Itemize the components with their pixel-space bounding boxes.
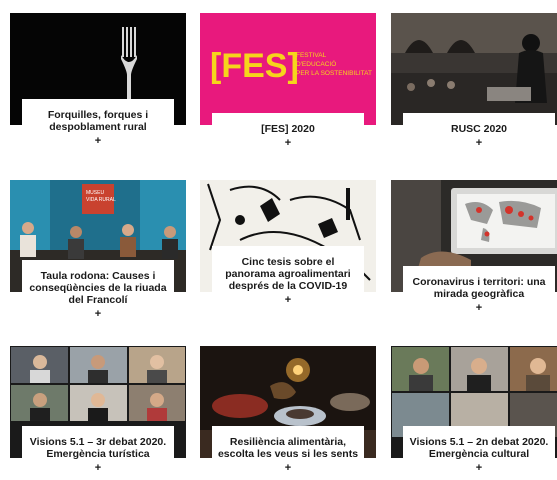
fes-logo-line1: FESTIVAL: [296, 52, 327, 59]
card-title[interactable]: Forquilles, forques i despoblament rural: [26, 109, 170, 133]
card-title[interactable]: Coronavirus i territori: una mirada geog…: [407, 276, 551, 300]
card-caption: Visions 5.1 – 2n debat 2020. Emergència …: [403, 426, 555, 480]
card-caption: RUSC 2020 +: [403, 113, 555, 155]
expand-plus-button[interactable]: +: [407, 137, 551, 149]
card-caption: Taula rodona: Causes i conseqüències de …: [22, 260, 174, 326]
card-title[interactable]: Cinc tesis sobre el panorama agroaliment…: [216, 256, 360, 292]
fes-logo-line2: D'EDUCACIÓ: [296, 59, 336, 68]
expand-plus-button[interactable]: +: [407, 462, 551, 474]
card-caption: Resiliència alimentària, escolta les veu…: [212, 426, 364, 480]
card-title[interactable]: Visions 5.1 – 3r debat 2020. Emergència …: [26, 436, 170, 460]
expand-plus-button[interactable]: +: [26, 462, 170, 474]
expand-plus-button[interactable]: +: [216, 137, 360, 149]
card-title[interactable]: RUSC 2020: [407, 123, 551, 135]
museum-sign-line2: VIDA RURAL: [86, 197, 116, 203]
expand-plus-button[interactable]: +: [216, 462, 360, 474]
card-title[interactable]: Resiliència alimentària, escolta les veu…: [216, 436, 360, 460]
expand-plus-button[interactable]: +: [407, 302, 551, 314]
card-title[interactable]: Taula rodona: Causes i conseqüències de …: [26, 270, 170, 306]
thumbnail-fes-logo[interactable]: [FES] FESTIVAL D'EDUCACIÓ PER LA SOSTENI…: [200, 13, 376, 125]
card-title[interactable]: Visions 5.1 – 2n debat 2020. Emergència …: [407, 436, 551, 460]
expand-plus-button[interactable]: +: [216, 294, 360, 306]
card-caption: Cinc tesis sobre el panorama agroaliment…: [212, 246, 364, 312]
museum-sign-line1: MUSEU: [86, 190, 104, 196]
card-caption: Forquilles, forques i despoblament rural…: [22, 99, 174, 153]
fes-logo-word: [FES]: [210, 47, 299, 85]
card-caption: Coronavirus i territori: una mirada geog…: [403, 266, 555, 320]
expand-plus-button[interactable]: +: [26, 308, 170, 320]
card-caption: Visions 5.1 – 3r debat 2020. Emergència …: [22, 426, 174, 480]
expand-plus-button[interactable]: +: [26, 135, 170, 147]
fes-logo-line3: PER LA SOSTENIBILITAT: [296, 70, 372, 77]
thumbnail-rusc-photo[interactable]: [391, 13, 557, 125]
card-title[interactable]: [FES] 2020: [216, 123, 360, 135]
card-caption: [FES] 2020 +: [212, 113, 364, 155]
